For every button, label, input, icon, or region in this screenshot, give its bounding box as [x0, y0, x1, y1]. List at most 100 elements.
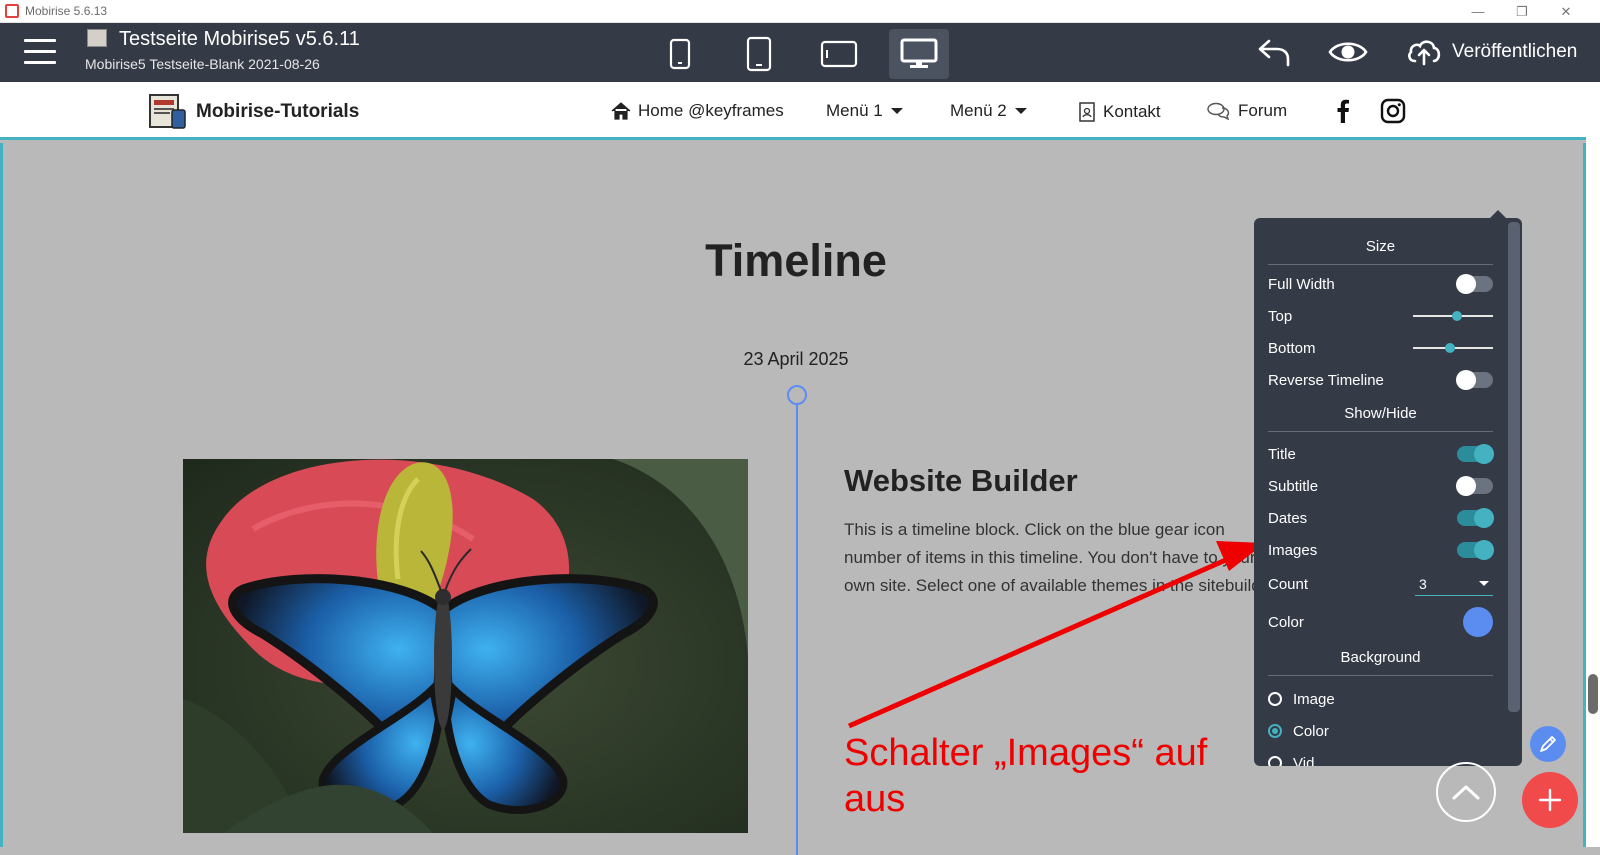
window-titlebar: Mobirise 5.6.13 — ❐ ✕	[0, 0, 1600, 23]
dates-row: Dates	[1268, 506, 1494, 530]
nav-menu2[interactable]: Menü 2	[950, 101, 1027, 121]
add-block-button[interactable]	[1522, 772, 1578, 828]
count-select[interactable]: 3	[1415, 572, 1493, 596]
timeline-item-text[interactable]: This is a timeline block. Click on the b…	[844, 516, 1284, 600]
device-tablet-button[interactable]	[809, 29, 869, 79]
bottom-row: Bottom	[1268, 336, 1493, 360]
subtitle-row: Subtitle	[1268, 474, 1493, 498]
close-button[interactable]: ✕	[1544, 0, 1588, 23]
device-phone-button[interactable]	[650, 29, 710, 79]
undo-icon[interactable]	[1257, 37, 1291, 67]
device-desktop-button[interactable]	[889, 29, 949, 79]
color-swatch[interactable]	[1463, 607, 1493, 637]
bg-option-color-label: Color	[1293, 722, 1329, 740]
title-toggle[interactable]	[1457, 444, 1494, 464]
full-width-toggle[interactable]	[1456, 274, 1493, 294]
full-width-row: Full Width	[1268, 272, 1493, 296]
bg-option-image-label: Image	[1293, 690, 1335, 708]
site-logo-icon[interactable]	[148, 92, 188, 130]
plus-icon	[1538, 788, 1562, 812]
title-label: Title	[1268, 445, 1296, 463]
count-row: Count 3	[1268, 572, 1493, 596]
reverse-timeline-label: Reverse Timeline	[1268, 371, 1384, 389]
phone-large-icon	[746, 36, 772, 72]
count-value: 3	[1419, 575, 1427, 592]
count-label: Count	[1268, 575, 1309, 593]
reverse-timeline-toggle[interactable]	[1456, 370, 1493, 390]
bg-option-video-label: Vid	[1293, 754, 1315, 767]
reverse-timeline-row: Reverse Timeline	[1268, 368, 1493, 392]
preview-eye-icon[interactable]	[1328, 39, 1368, 65]
annotation-text: Schalter „Images“ auf aus	[844, 732, 1208, 820]
images-toggle[interactable]	[1457, 540, 1494, 560]
home-icon	[611, 102, 631, 120]
mobirise-app-icon	[5, 4, 19, 18]
color-row: Color	[1268, 606, 1493, 638]
show-hide-heading: Show/Hide	[1268, 405, 1493, 432]
title-row: Title	[1268, 442, 1494, 466]
subtitle-toggle[interactable]	[1456, 476, 1493, 496]
pencil-icon	[1540, 736, 1556, 752]
phone-small-icon	[669, 38, 691, 70]
device-phone-large-button[interactable]	[729, 29, 789, 79]
caret-down-icon	[1014, 108, 1027, 114]
images-row: Images	[1268, 538, 1494, 562]
nav-forum[interactable]: Forum	[1207, 101, 1287, 121]
publish-label: Veröffentlichen	[1452, 41, 1578, 62]
radio-video-icon	[1268, 756, 1282, 766]
nav-home[interactable]: Home @keyframes	[611, 101, 784, 121]
project-thumbnail-icon	[87, 29, 107, 47]
nav-kontakt-label: Kontakt	[1103, 102, 1161, 121]
app-toolbar: Testseite Mobirise5 v5.6.11 Mobirise5 Te…	[0, 23, 1600, 82]
restore-button[interactable]: ❐	[1500, 0, 1544, 23]
minimize-button[interactable]: —	[1456, 0, 1500, 23]
chat-bubbles-icon	[1207, 102, 1230, 120]
contact-card-icon	[1079, 102, 1095, 122]
bottom-slider[interactable]	[1413, 338, 1493, 358]
facebook-icon[interactable]	[1336, 99, 1350, 123]
dropdown-arrow-icon	[1479, 581, 1489, 586]
top-slider[interactable]	[1413, 306, 1493, 326]
timeline-item-title[interactable]: Website Builder	[844, 463, 1078, 499]
nav-menu1-label: Menü 1	[826, 101, 883, 120]
edit-block-button[interactable]	[1530, 726, 1566, 762]
dates-label: Dates	[1268, 509, 1308, 527]
subtitle-label: Subtitle	[1268, 477, 1319, 495]
timeline-vertical-line	[796, 405, 798, 855]
publish-button[interactable]: Veröffentlichen	[1406, 32, 1577, 72]
site-navbar: Mobirise-Tutorials Home @keyframes Menü …	[0, 82, 1586, 140]
page-scrollbar-thumb[interactable]	[1588, 674, 1598, 714]
full-width-label: Full Width	[1268, 275, 1335, 293]
timeline-item-image[interactable]	[183, 459, 748, 833]
nav-home-label: Home @keyframes	[638, 101, 784, 120]
cloud-upload-icon	[1408, 40, 1441, 66]
bottom-label: Bottom	[1268, 339, 1316, 357]
images-label: Images	[1268, 541, 1318, 559]
settings-panel-scrollbar[interactable]	[1508, 222, 1520, 712]
nav-menu2-label: Menü 2	[950, 101, 1007, 120]
tablet-landscape-icon	[820, 40, 858, 68]
instagram-icon[interactable]	[1380, 98, 1406, 124]
background-heading: Background	[1268, 649, 1493, 676]
size-heading: Size	[1268, 238, 1493, 265]
chevron-up-icon	[1452, 785, 1480, 800]
timeline-node-icon	[787, 385, 807, 405]
page-scrollbar[interactable]	[1586, 82, 1600, 847]
nav-kontakt[interactable]: Kontakt	[1078, 101, 1161, 123]
hamburger-menu-icon[interactable]	[24, 39, 56, 65]
bg-option-color[interactable]: Color	[1268, 719, 1329, 743]
project-title: Testseite Mobirise5 v5.6.11	[119, 28, 360, 50]
desktop-monitor-icon	[900, 38, 938, 68]
radio-color-icon	[1268, 724, 1282, 738]
scroll-top-button[interactable]	[1436, 762, 1496, 822]
butterfly-photo	[183, 459, 748, 833]
project-subtitle: Mobirise5 Testseite-Blank 2021-08-26	[85, 56, 320, 72]
dates-toggle[interactable]	[1457, 508, 1494, 528]
color-label: Color	[1268, 613, 1304, 631]
nav-menu1[interactable]: Menü 1	[826, 101, 903, 121]
top-label: Top	[1268, 307, 1293, 325]
bg-option-image[interactable]: Image	[1268, 687, 1335, 711]
radio-image-icon	[1268, 692, 1282, 706]
site-brand[interactable]: Mobirise-Tutorials	[196, 101, 359, 123]
bg-option-video[interactable]: Vid	[1268, 751, 1314, 766]
